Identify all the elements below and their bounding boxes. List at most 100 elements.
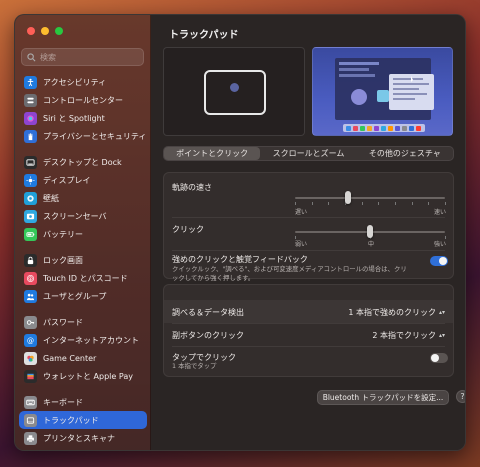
tracking-speed-tick (428, 202, 429, 205)
sidebar-item-accessibility[interactable]: アクセシビリティ (19, 73, 147, 91)
window-controls (27, 27, 63, 35)
sidebar-item-control-center[interactable]: コントロールセンター (19, 91, 147, 109)
sidebar: アクセシビリティコントロールセンター Siri と Spotlight プライバシー… (15, 15, 151, 450)
click-min-label: 弱い (295, 241, 308, 248)
click-pressure-knob[interactable] (367, 225, 373, 238)
lookup-popup[interactable]: 1 本指で強めのクリック ▴▾ (348, 307, 445, 318)
wallpaper-icon (24, 191, 37, 205)
sidebar-item-label: トラックパッド (43, 415, 99, 425)
sidebar-item-label: 壁紙 (43, 193, 59, 203)
sidebar-item-battery[interactable]: バッテリー (19, 225, 147, 243)
trackpad-illustration (204, 70, 266, 115)
lookup-label: 調べる＆データ検出 (172, 308, 244, 317)
force-click-toggle[interactable] (430, 256, 448, 266)
keyboard-icon (24, 395, 37, 409)
lookup-value: 1 本指で強めのクリック (348, 308, 436, 317)
siri-icon (24, 111, 37, 125)
sidebar-item-label: ユーザとグループ (43, 291, 107, 301)
trackpad-pane: トラックパッド ポイントとクリック スクロールとズーム その他のジェスチャ 軌跡… (151, 15, 465, 450)
sidebar-item-fingerprint[interactable]: Touch ID とパスコード (19, 269, 147, 287)
segmented-tabs: ポイントとクリック スクロールとズーム その他のジェスチャ (163, 146, 454, 161)
tracking-speed-tick (362, 202, 363, 205)
svg-text:@: @ (27, 336, 34, 345)
sidebar-item-keyboard[interactable]: キーボード (19, 393, 147, 411)
sidebar-item-label: Siri と Spotlight (43, 113, 105, 123)
zoom-button[interactable] (55, 27, 63, 35)
printer-icon (24, 431, 37, 445)
tracking-speed-track[interactable] (295, 197, 445, 199)
lock-screen-icon (24, 253, 37, 267)
tracking-speed-tick (412, 202, 413, 205)
tracking-speed-tick (312, 202, 313, 205)
tab-point-and-click[interactable]: ポイントとクリック (164, 147, 261, 160)
sidebar-separator (19, 385, 147, 393)
users-icon (24, 289, 37, 303)
search-field[interactable] (21, 48, 144, 66)
secondary-click-popup[interactable]: 2 本指でクリック ▴▾ (372, 330, 445, 341)
sidebar-item-label: スクリーンセーバ (43, 211, 107, 221)
sidebar-item-lock-screen[interactable]: ロック画面 (19, 251, 147, 269)
screensaver-icon (24, 209, 37, 223)
tracking-speed-knob[interactable] (344, 191, 351, 204)
trackpad-preview (163, 47, 305, 136)
sidebar-item-label: コントロールセンター (43, 95, 123, 105)
sidebar-item-key[interactable]: パスワード (19, 313, 147, 331)
sidebar-item-siri[interactable]: Siri と Spotlight (19, 109, 147, 127)
search-input[interactable] (40, 52, 140, 62)
key-icon (24, 315, 37, 329)
trackpad-icon (24, 413, 37, 427)
sidebar-separator (19, 145, 147, 153)
sidebar-item-wallpaper[interactable]: 壁紙 (19, 189, 147, 207)
tracking-speed-tick (295, 202, 296, 205)
sidebar-item-label: キーボード (43, 397, 83, 407)
click-pressure-tick (445, 236, 446, 239)
sidebar-item-label: Game Center (43, 353, 97, 363)
sidebar-item-display[interactable]: ディスプレイ (19, 171, 147, 189)
touch-point (230, 83, 239, 92)
tracking-speed-tick (395, 202, 396, 205)
gesture-video-preview (312, 47, 453, 136)
sidebar-item-trackpad[interactable]: トラックパッド (19, 411, 147, 429)
tab-more-gestures[interactable]: その他のジェスチャ (357, 147, 453, 160)
sidebar-item-dock[interactable]: デスクトップと Dock (19, 153, 147, 171)
secondary-click-label: 副ボタンのクリック (172, 331, 244, 340)
sidebar-item-hand[interactable]: プライバシーとセキュリティ (19, 127, 147, 145)
tracking-speed-max-label: 速い (434, 209, 447, 216)
page-title: トラックパッド (169, 30, 239, 41)
force-click-label: 強めのクリックと触覚フィードバック (172, 255, 308, 264)
sidebar-item-label: バッテリー (43, 229, 83, 239)
minimize-button[interactable] (41, 27, 49, 35)
tracking-speed-min-label: 遅い (295, 209, 308, 216)
screen-preview-illustration (335, 58, 434, 132)
sidebar-item-users[interactable]: ユーザとグループ (19, 287, 147, 305)
sidebar-item-label: Touch ID とパスコード (43, 273, 128, 283)
tracking-speed-tick (378, 202, 379, 205)
tap-to-click-toggle[interactable] (430, 353, 448, 363)
sidebar-item-wallet[interactable]: ウォレットと Apple Pay (19, 367, 147, 385)
sidebar-item-label: プライバシーとセキュリティ (43, 131, 147, 141)
divider (172, 217, 445, 218)
sidebar-item-label: プリンタとスキャナ (43, 433, 115, 443)
click-max-label: 強い (434, 241, 447, 248)
hand-icon (24, 129, 37, 143)
tab-scroll-and-zoom[interactable]: スクロールとズーム (260, 147, 356, 160)
dock-icon (24, 155, 37, 169)
sidebar-item-at[interactable]: @ インターネットアカウント (19, 331, 147, 349)
chevron-updown-icon: ▴▾ (438, 308, 445, 316)
tracking-speed-tick (328, 202, 329, 205)
close-button[interactable] (27, 27, 35, 35)
sidebar-item-screensaver[interactable]: スクリーンセーバ (19, 207, 147, 225)
sidebar-item-game-center[interactable]: Game Center (19, 349, 147, 367)
display-icon (24, 173, 37, 187)
sidebar-item-label: ロック画面 (43, 255, 83, 265)
click-mid-label: 中 (368, 241, 375, 248)
click-pressure-label: クリック (172, 225, 204, 234)
sidebar-item-printer[interactable]: プリンタとスキャナ (19, 429, 147, 447)
sidebar-separator (19, 243, 147, 251)
help-button[interactable]: ? (456, 390, 465, 403)
sidebar-item-label: インターネットアカウント (43, 335, 139, 345)
battery-icon (24, 227, 37, 241)
sidebar-item-label: ウォレットと Apple Pay (43, 371, 133, 381)
at-icon: @ (24, 333, 37, 347)
bluetooth-trackpad-setup-button[interactable]: Bluetooth トラックパッドを設定... (317, 390, 449, 405)
